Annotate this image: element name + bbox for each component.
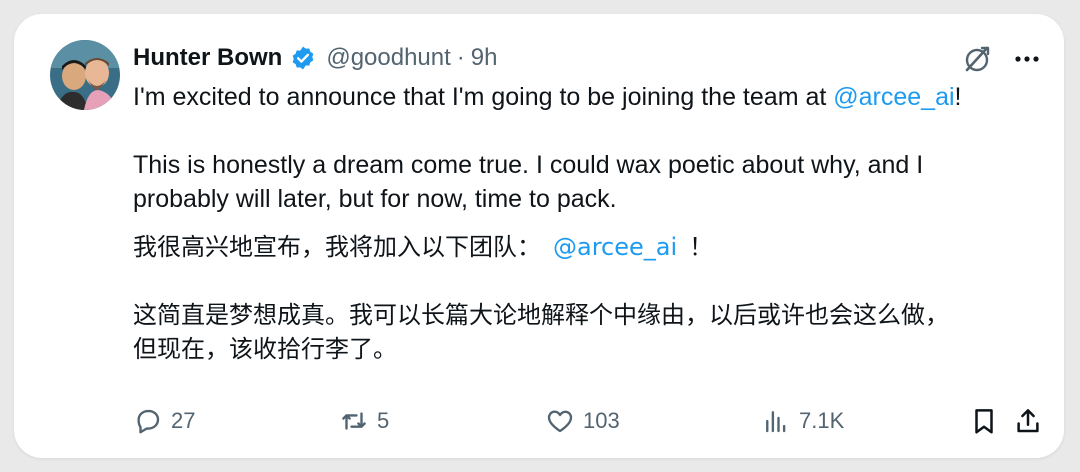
tweet-text-line: This is honestly a dream come true. I co… xyxy=(133,151,924,179)
verified-badge-icon xyxy=(290,45,316,71)
repost-count: 5 xyxy=(377,408,390,433)
tweet-paragraph: 这简直是梦想成真。我可以长篇大论地解释个中缘由，以后或许也会这么做， 但现在，该… xyxy=(133,298,1033,366)
tweet-paragraph: I'm excited to announce that I'm going t… xyxy=(133,80,1033,114)
tweet-paragraph: This is honestly a dream come true. I co… xyxy=(133,148,1033,216)
reply-icon xyxy=(133,406,163,436)
tweet-text-line: ! xyxy=(954,83,962,111)
tweet-text-line: 这简直是梦想成真。我可以长篇大论地解释个中缘由，以后或许也会这么做， xyxy=(133,301,949,329)
author-handle[interactable]: @goodhunt xyxy=(326,44,450,72)
tweet-text-line: I'm excited to announce that I'm going t… xyxy=(133,83,834,111)
like-button[interactable]: 103 xyxy=(545,406,620,436)
tweet-header: Hunter Bown @goodhunt · 9h xyxy=(133,42,498,74)
meta-separator: · xyxy=(456,44,465,71)
heart-icon xyxy=(545,406,575,436)
tweet-paragraph: 我很高兴地宣布，我将加入以下团队： @arcee_ai ！ xyxy=(133,230,1033,264)
tweet-card[interactable]: Hunter Bown @goodhunt · 9h I'm excited t… xyxy=(14,14,1064,458)
author-name[interactable]: Hunter Bown xyxy=(133,44,282,72)
reply-button[interactable]: 27 xyxy=(133,406,195,436)
mention-link[interactable]: @arcee_ai xyxy=(553,233,677,261)
tweet-text-line: 但现在，该收拾行李了。 xyxy=(133,335,397,363)
tweet-time[interactable]: 9h xyxy=(471,44,498,72)
tweet-text: I'm excited to announce that I'm going t… xyxy=(133,80,1033,366)
views-count: 7.1K xyxy=(799,408,845,433)
tweet-text-line: probably will later, but for now, time t… xyxy=(133,185,617,213)
tweet-text-line: 我很高兴地宣布，我将加入以下团队： xyxy=(133,233,541,261)
like-count: 103 xyxy=(583,408,620,433)
repost-button[interactable]: 5 xyxy=(339,406,389,436)
mention-link[interactable]: @arcee_ai xyxy=(833,83,954,111)
more-icon[interactable] xyxy=(1014,55,1040,63)
share-icon xyxy=(1013,406,1043,436)
bookmark-icon xyxy=(969,406,999,436)
tweet-actions: 27 5 103 7.1K xyxy=(133,406,1043,446)
grok-icon[interactable] xyxy=(962,44,992,74)
tweet-text-line: ！ xyxy=(689,233,714,261)
avatar[interactable] xyxy=(50,40,120,110)
bookmark-button[interactable] xyxy=(969,406,999,436)
repost-icon xyxy=(339,406,369,436)
views-icon xyxy=(761,406,791,436)
views-button[interactable]: 7.1K xyxy=(761,406,844,436)
share-button[interactable] xyxy=(1013,406,1043,436)
reply-count: 27 xyxy=(171,408,196,433)
